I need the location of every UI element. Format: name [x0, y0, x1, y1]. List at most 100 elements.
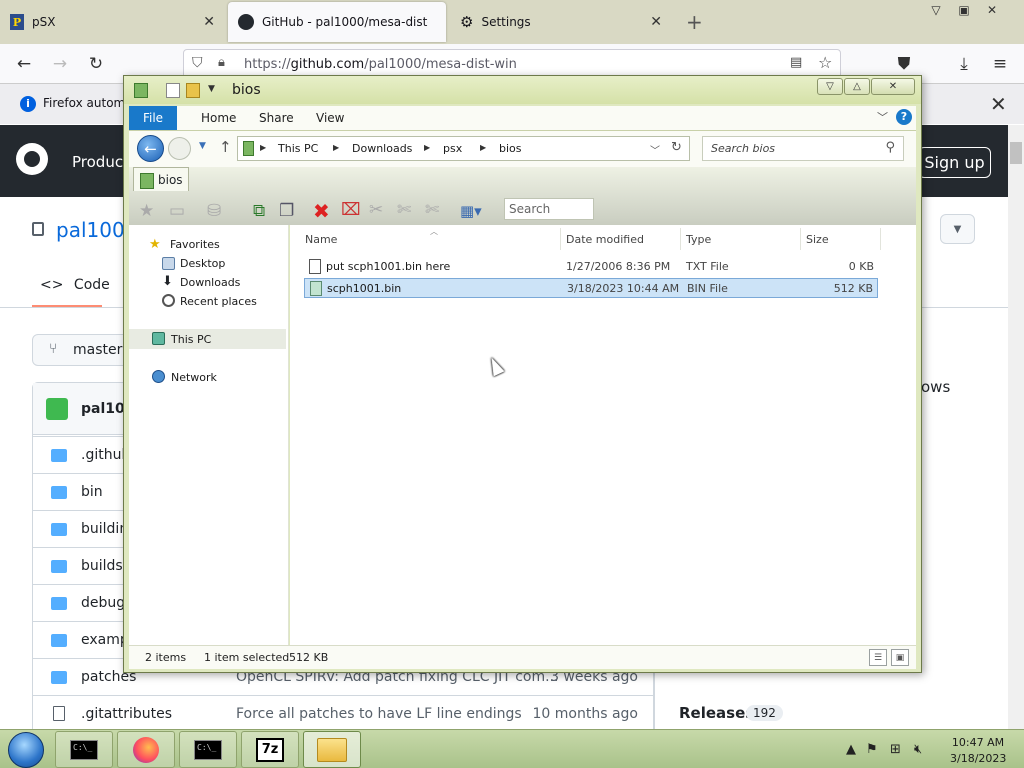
- address-bar[interactable]: ▶ This PC ▶ Downloads ▶ psx ▶ bios ﹀ ↻: [237, 136, 690, 161]
- column-divider[interactable]: [880, 228, 881, 250]
- reader-view-icon[interactable]: ▤: [790, 55, 802, 70]
- file-name[interactable]: buildin: [81, 521, 128, 537]
- file-name[interactable]: debug: [81, 595, 125, 611]
- map-drive-icon[interactable]: ⛁: [207, 201, 221, 221]
- favorite-star-icon[interactable]: ★: [139, 201, 154, 221]
- breadcrumb-psx[interactable]: psx: [443, 142, 462, 155]
- tab-share[interactable]: Share: [259, 111, 294, 125]
- branch-selector[interactable]: ⑂ master: [32, 334, 132, 366]
- chevron-down-icon[interactable]: ﹀: [877, 109, 888, 125]
- column-divider[interactable]: [560, 228, 561, 250]
- help-icon[interactable]: ?: [896, 109, 912, 125]
- github-logo-icon[interactable]: [16, 143, 48, 175]
- volume-muted-icon[interactable]: 🔇︎: [914, 742, 922, 757]
- column-divider[interactable]: [800, 228, 801, 250]
- back-arrow-icon[interactable]: ←: [137, 135, 164, 162]
- taskbar-app-cmd-1[interactable]: C:\_: [55, 731, 113, 768]
- nav-this-pc[interactable]: This PC: [171, 333, 211, 346]
- taskbar-app-firefox[interactable]: [117, 731, 175, 768]
- taskbar-app-cmd-2[interactable]: C:\_: [179, 731, 237, 768]
- breadcrumb-this-pc[interactable]: This PC: [278, 142, 318, 155]
- delete-icon[interactable]: ✖: [313, 199, 330, 223]
- releases-heading[interactable]: Releases: [679, 704, 754, 722]
- quick-access-dropdown-icon[interactable]: ▼: [208, 84, 215, 94]
- nav-recent-places[interactable]: Recent places: [180, 295, 257, 308]
- clock-time[interactable]: 10:47 AM: [950, 736, 1006, 749]
- products-menu[interactable]: Produc: [72, 153, 123, 171]
- tray-expand-icon[interactable]: ▲: [846, 742, 856, 757]
- bookmark-star-icon[interactable]: ☆: [818, 53, 832, 72]
- back-arrow-icon[interactable]: ←: [12, 52, 36, 76]
- copy-to-icon[interactable]: ❐: [279, 201, 294, 221]
- start-button-icon[interactable]: [8, 732, 44, 768]
- forward-arrow-icon[interactable]: →: [48, 52, 72, 76]
- tab-settings[interactable]: ⚙ Settings ✕: [450, 2, 672, 42]
- taskbar-app-7zip[interactable]: 7z: [241, 731, 299, 768]
- delete-permanently-icon[interactable]: ⌧: [341, 200, 361, 220]
- tab-home[interactable]: Home: [201, 111, 236, 125]
- maximize-icon[interactable]: ▣: [950, 0, 978, 20]
- page-scrollbar[interactable]: [1008, 125, 1024, 729]
- new-folder-icon[interactable]: [186, 83, 200, 98]
- breadcrumb-separator-icon[interactable]: ▶: [424, 143, 430, 152]
- new-tab-plus-icon[interactable]: +: [686, 10, 703, 34]
- tab-close-icon[interactable]: ✕: [650, 14, 662, 30]
- column-header-type[interactable]: Type: [686, 233, 711, 246]
- search-icon[interactable]: ⚲: [885, 140, 895, 155]
- sign-up-button[interactable]: Sign up: [918, 147, 991, 178]
- nav-downloads[interactable]: Downloads: [180, 276, 240, 289]
- minimize-icon[interactable]: ▽: [817, 78, 843, 95]
- move-to-icon[interactable]: ⧉: [253, 201, 265, 221]
- tab-github[interactable]: GitHub - pal1000/mesa-dist-win: Pr: [228, 2, 446, 42]
- file-row-selected[interactable]: scph1001.bin 3/18/2023 10:44 AM BIN File…: [304, 278, 878, 298]
- breadcrumb-separator-icon[interactable]: ▶: [480, 143, 486, 152]
- nav-favorites[interactable]: Favorites: [170, 238, 220, 251]
- scrollbar-thumb[interactable]: [1010, 142, 1022, 164]
- table-row[interactable]: .gitattributes Force all patches to have…: [33, 695, 653, 732]
- reload-icon[interactable]: ↻: [84, 52, 108, 76]
- view-options-icon[interactable]: ▦▾: [460, 202, 490, 222]
- maximize-icon[interactable]: △: [844, 78, 870, 95]
- tab-close-icon[interactable]: ✕: [203, 14, 215, 30]
- cut-icon[interactable]: ✂: [369, 200, 383, 220]
- downloads-icon[interactable]: ⤓: [952, 52, 976, 76]
- file-name[interactable]: examp: [81, 632, 129, 648]
- column-divider[interactable]: [680, 228, 681, 250]
- clock-date[interactable]: 3/18/2023: [950, 752, 1006, 765]
- close-icon[interactable]: ✕: [871, 78, 915, 95]
- chevron-down-icon[interactable]: ▼: [940, 214, 975, 244]
- breadcrumb-separator-icon[interactable]: ▶: [333, 143, 339, 152]
- large-icons-view-icon[interactable]: ▣: [891, 649, 909, 666]
- forward-arrow-icon[interactable]: [168, 137, 191, 160]
- nav-network[interactable]: Network: [171, 371, 217, 384]
- close-icon[interactable]: ✕: [990, 92, 1007, 116]
- chevron-down-icon[interactable]: ﹀: [650, 142, 660, 157]
- menu-icon[interactable]: ≡: [988, 52, 1012, 76]
- file-name[interactable]: .gitattributes: [81, 706, 172, 722]
- commit-message[interactable]: Force all patches to have LF line ending…: [236, 706, 522, 722]
- tab-view[interactable]: View: [316, 111, 344, 125]
- paste-icon[interactable]: ✄: [425, 200, 439, 220]
- drive-icon[interactable]: ▭: [169, 201, 185, 221]
- close-icon[interactable]: ✕: [978, 0, 1006, 20]
- tab-file[interactable]: File: [129, 106, 177, 130]
- copy-icon[interactable]: ✄: [397, 200, 411, 220]
- breadcrumb-separator-icon[interactable]: ▶: [260, 143, 266, 152]
- file-row[interactable]: put scph1001.bin here 1/27/2006 8:36 PM …: [304, 257, 878, 277]
- breadcrumb-bios[interactable]: bios: [499, 142, 522, 155]
- recent-locations-dropdown-icon[interactable]: ▼: [199, 141, 206, 151]
- nav-desktop[interactable]: Desktop: [180, 257, 225, 270]
- up-arrow-icon[interactable]: ↑: [219, 138, 232, 156]
- pocket-icon[interactable]: ⛊: [892, 52, 916, 76]
- breadcrumb-downloads[interactable]: Downloads: [352, 142, 412, 155]
- refresh-icon[interactable]: ↻: [671, 140, 682, 155]
- column-header-name[interactable]: Name: [305, 233, 337, 246]
- tab-psx[interactable]: P pSX ✕: [0, 2, 225, 42]
- file-name[interactable]: bin: [81, 484, 103, 500]
- network-status-icon[interactable]: ⊞: [890, 742, 901, 757]
- details-view-icon[interactable]: ☰: [869, 649, 887, 666]
- minimize-icon[interactable]: ▽: [922, 0, 950, 20]
- column-header-size[interactable]: Size: [806, 233, 829, 246]
- explorer-title-bar[interactable]: ▼ bios ▽ △ ✕: [124, 76, 921, 104]
- properties-icon[interactable]: [166, 83, 180, 98]
